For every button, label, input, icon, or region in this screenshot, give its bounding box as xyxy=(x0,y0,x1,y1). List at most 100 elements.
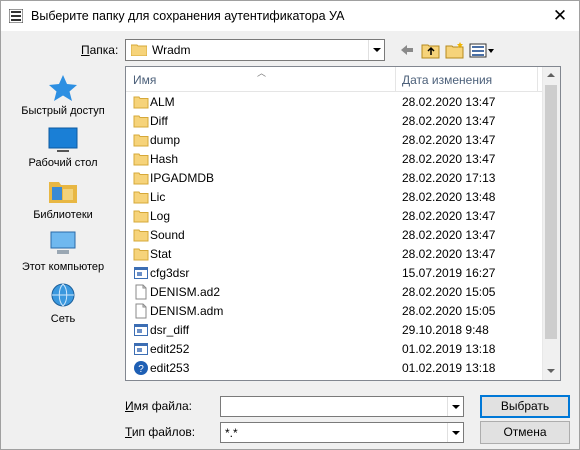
folder-icon xyxy=(133,151,149,167)
column-name[interactable]: Имя xyxy=(133,73,156,87)
file-date: 28.02.2020 13:47 xyxy=(402,114,496,128)
file-row[interactable]: dump28.02.2020 13:47Па xyxy=(126,130,560,149)
filetype-label: Тип файлов: xyxy=(125,425,196,439)
filetype-select[interactable]: *.* xyxy=(220,422,464,443)
file-name: DENISM.ad2 xyxy=(150,285,221,299)
close-button[interactable]: ✕ xyxy=(549,5,571,27)
folder-icon xyxy=(133,208,149,224)
file-date: 28.02.2020 17:13 xyxy=(402,171,496,185)
file-icon xyxy=(133,303,149,319)
file-dialog: Выберите папку для сохранения аутентифик… xyxy=(0,0,580,450)
file-name: dump xyxy=(150,133,181,147)
computer-icon xyxy=(50,231,76,254)
file-date: 29.10.2018 9:48 xyxy=(402,323,489,337)
up-folder-icon[interactable] xyxy=(421,41,441,59)
view-menu-icon[interactable] xyxy=(469,41,495,59)
file-name: ALM xyxy=(150,95,175,109)
file-row[interactable]: Hash28.02.2020 13:47Па xyxy=(126,149,560,168)
folder-icon xyxy=(133,246,149,262)
application-icon xyxy=(133,341,149,357)
place-label: Быстрый доступ xyxy=(21,105,105,117)
back-icon[interactable] xyxy=(399,41,415,59)
desktop-icon xyxy=(48,127,78,152)
place-libraries[interactable]: Библиотеки xyxy=(13,177,113,227)
file-row[interactable]: Stat28.02.2020 13:47Па xyxy=(126,244,560,263)
folder-icon xyxy=(133,227,149,243)
file-icon xyxy=(133,284,149,300)
file-date: 28.02.2020 13:47 xyxy=(402,133,496,147)
file-name: dsr_diff xyxy=(150,323,190,337)
place-network[interactable]: Сеть xyxy=(13,281,113,331)
scroll-down-icon[interactable] xyxy=(543,363,560,380)
folder-icon xyxy=(131,44,147,56)
file-date: 28.02.2020 13:47 xyxy=(402,152,496,166)
file-row[interactable]: Diff28.02.2020 13:47Па xyxy=(126,111,560,130)
chevron-down-icon[interactable] xyxy=(368,40,384,60)
scroll-up-icon[interactable] xyxy=(543,67,560,84)
list-header: ︿ Имя Дата изменения Ти xyxy=(126,67,560,92)
vertical-scrollbar[interactable] xyxy=(542,67,560,380)
file-date: 01.02.2019 13:18 xyxy=(402,361,496,375)
cancel-button[interactable]: Отмена xyxy=(480,421,570,444)
lookin-combobox[interactable]: Wradm xyxy=(125,39,385,61)
chevron-down-icon[interactable] xyxy=(447,397,463,416)
file-name: Stat xyxy=(150,247,172,261)
libraries-icon xyxy=(49,182,77,203)
filename-input[interactable] xyxy=(220,396,464,417)
file-list[interactable]: ︿ Имя Дата изменения Ти ALM 28.02.2020 13… xyxy=(125,66,561,381)
folder-icon xyxy=(133,113,149,129)
new-folder-icon[interactable] xyxy=(445,41,465,59)
place-quick-access[interactable]: Быстрый доступ xyxy=(13,73,113,123)
file-name: Sound xyxy=(150,228,185,242)
file-name: Diff xyxy=(150,114,168,128)
file-row[interactable]: ?edit25301.02.2019 13:18Пр xyxy=(126,358,560,377)
place-label: Этот компьютер xyxy=(21,261,105,273)
svg-text:?: ? xyxy=(138,364,144,375)
file-row[interactable]: DENISM.adm28.02.2020 15:05Фа xyxy=(126,301,560,320)
file-row[interactable]: DENISM.ad228.02.2020 15:05Фа xyxy=(126,282,560,301)
place-label: Рабочий стол xyxy=(28,157,98,169)
chevron-down-icon[interactable] xyxy=(447,423,463,442)
file-date: 28.02.2020 13:47 xyxy=(402,209,496,223)
filetype-value: *.* xyxy=(225,426,238,440)
file-row[interactable]: Lic28.02.2020 13:48Па xyxy=(126,187,560,206)
file-name: edit253 xyxy=(150,361,190,375)
window-title: Выберите папку для сохранения аутентифик… xyxy=(31,9,345,23)
place-desktop[interactable]: Рабочий стол xyxy=(13,125,113,175)
folder-icon xyxy=(133,189,149,205)
file-row[interactable]: dsr_diff29.10.2018 9:48Пр xyxy=(126,320,560,339)
select-button[interactable]: Выбрать xyxy=(480,395,570,418)
file-rows: ALM28.02.2020 13:47ПаDiff28.02.2020 13:4… xyxy=(126,92,560,377)
scroll-thumb[interactable] xyxy=(545,85,557,339)
file-name: edit252 xyxy=(150,342,190,356)
file-row[interactable]: IPGADMDB28.02.2020 17:13Па xyxy=(126,168,560,187)
place-this-pc[interactable]: Этот компьютер xyxy=(13,229,113,279)
file-date: 28.02.2020 15:05 xyxy=(402,304,496,318)
network-globe-icon xyxy=(51,283,75,307)
file-date: 28.02.2020 13:48 xyxy=(402,190,496,204)
place-label: Сеть xyxy=(50,313,76,325)
file-row[interactable]: Sound28.02.2020 13:47Па xyxy=(126,225,560,244)
application-icon xyxy=(133,265,149,281)
help-app-icon: ? xyxy=(133,360,149,376)
file-row[interactable]: cfg3dsr15.07.2019 16:27Пр xyxy=(126,263,560,282)
folder-icon xyxy=(133,132,149,148)
column-date[interactable]: Дата изменения xyxy=(402,73,492,87)
file-name: Hash xyxy=(150,152,179,166)
folder-icon xyxy=(133,170,149,186)
place-label: Библиотеки xyxy=(33,209,93,221)
file-date: 28.02.2020 13:47 xyxy=(402,95,496,109)
dialog-list-icon xyxy=(9,9,23,23)
file-name: IPGADMDB xyxy=(150,171,215,185)
file-name: Log xyxy=(150,209,171,223)
star-icon xyxy=(49,75,77,101)
title-bar: Выберите папку для сохранения аутентифик… xyxy=(1,1,579,31)
filename-label: Имя файла: xyxy=(125,399,192,413)
file-row[interactable]: Log28.02.2020 13:47Па xyxy=(126,206,560,225)
file-row[interactable]: edit25201.02.2019 13:18Пр xyxy=(126,339,560,358)
lookin-label: Папка: xyxy=(81,43,119,57)
file-name: cfg3dsr xyxy=(150,266,190,280)
file-row[interactable]: ALM28.02.2020 13:47Па xyxy=(126,92,560,111)
file-date: 01.02.2019 13:18 xyxy=(402,342,496,356)
file-name: Lic xyxy=(150,190,166,204)
